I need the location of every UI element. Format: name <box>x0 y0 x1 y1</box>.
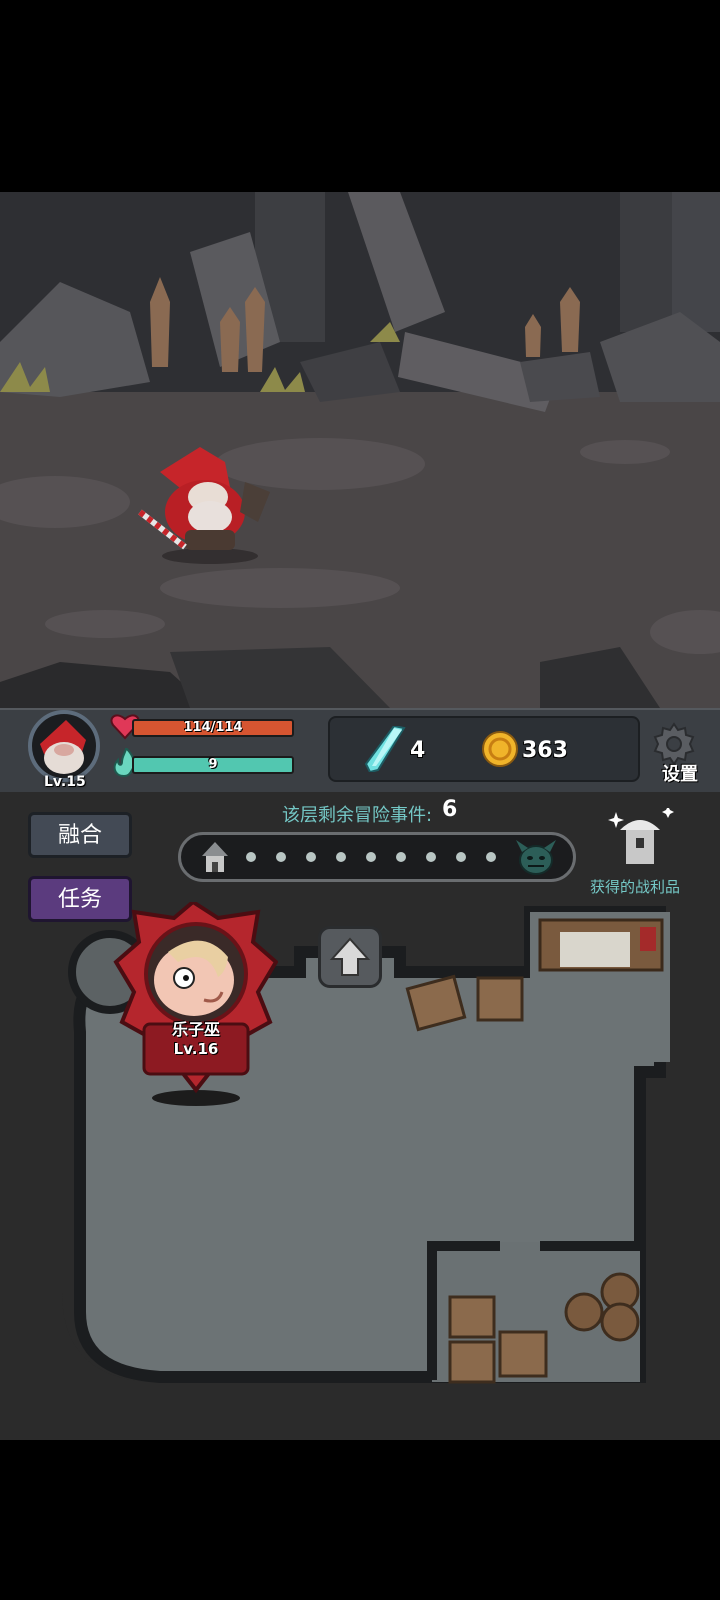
progress-dot <box>276 852 286 862</box>
crystal-icon <box>364 724 408 774</box>
gold-coin-icon <box>482 731 518 767</box>
crystal-count: 4 <box>410 738 426 763</box>
enemy-badge-frame <box>113 899 279 1106</box>
mana-text: 9 <box>208 757 218 772</box>
arrow-up-icon <box>329 937 371 976</box>
progress-dot <box>486 852 496 862</box>
loot-label[interactable]: 获得的战利品 <box>590 876 680 897</box>
progress-dot <box>426 852 436 862</box>
progress-dots <box>246 852 506 862</box>
events-remaining-count: 6 <box>442 797 458 822</box>
hp-bar: 114/114 <box>132 719 294 737</box>
progress-dot <box>246 852 256 862</box>
enemy-level: Lv.16 <box>173 1040 219 1058</box>
enemy-badge[interactable]: 乐子巫 Lv.16 <box>108 899 279 1112</box>
hp-text: 114/114 <box>183 720 243 735</box>
progress-dot <box>306 852 316 862</box>
merge-button[interactable]: 融合 <box>28 812 132 858</box>
enemy-name: 乐子巫 <box>171 1020 220 1039</box>
loot-chest-icon[interactable] <box>606 806 676 870</box>
gnome-portrait-icon <box>40 720 86 774</box>
boss-demon-icon <box>514 838 558 876</box>
progress-dot <box>366 852 376 862</box>
progress-dot <box>336 852 346 862</box>
battle-background <box>0 192 720 708</box>
events-remaining-label: 该层剩余冒险事件: <box>282 805 433 826</box>
progress-dot <box>456 852 466 862</box>
bottom-letterbox <box>0 1440 720 1600</box>
player-level: Lv.15 <box>44 774 86 790</box>
settings-label[interactable]: 设置 <box>662 760 698 786</box>
player-avatar[interactable] <box>28 710 100 782</box>
house-icon <box>200 840 230 874</box>
battle-scene <box>0 192 720 708</box>
mana-bar: 9 <box>132 756 294 774</box>
move-up-button[interactable] <box>318 926 382 988</box>
progress-dot <box>396 852 406 862</box>
gold-count: 363 <box>522 738 568 763</box>
